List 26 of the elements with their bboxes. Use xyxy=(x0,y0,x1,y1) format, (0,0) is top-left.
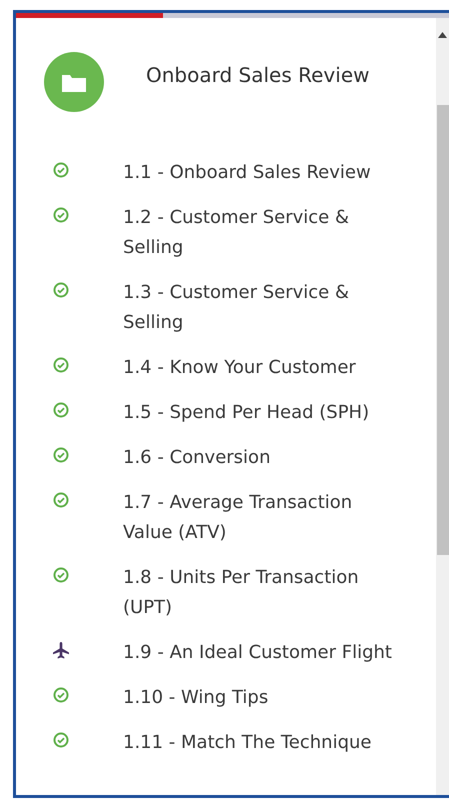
scroll-up-icon[interactable] xyxy=(438,32,447,38)
check-circle-icon xyxy=(53,492,69,508)
check-circle-icon xyxy=(53,687,69,703)
check-circle-icon xyxy=(53,162,69,178)
lesson-item[interactable]: 1.1 - Onboard Sales Review xyxy=(123,158,393,203)
check-circle-icon xyxy=(53,207,69,223)
lesson-item[interactable]: 1.3 - Customer Service & Selling xyxy=(123,278,393,353)
scrollbar[interactable] xyxy=(436,18,449,795)
lesson-item[interactable]: 1.4 - Know Your Customer xyxy=(123,353,393,398)
lesson-item[interactable]: 1.10 - Wing Tips xyxy=(123,683,393,728)
lesson-item[interactable]: 1.8 - Units Per Transaction (UPT) xyxy=(123,563,393,638)
check-circle-icon xyxy=(53,357,69,373)
check-circle-icon xyxy=(53,402,69,418)
lesson-item[interactable]: 1.9 - An Ideal Customer Flight xyxy=(123,638,393,683)
lesson-item[interactable]: 1.2 - Customer Service & Selling xyxy=(123,203,393,278)
lesson-item[interactable]: 1.6 - Conversion xyxy=(123,443,393,488)
lesson-item[interactable]: 1.5 - Spend Per Head (SPH) xyxy=(123,398,393,443)
check-circle-icon xyxy=(53,447,69,463)
check-circle-icon xyxy=(53,567,69,583)
check-circle-icon xyxy=(53,282,69,298)
check-circle-icon xyxy=(53,732,69,748)
lesson-item[interactable]: 1.11 - Match The Technique xyxy=(123,728,393,773)
lesson-item[interactable]: 1.7 - Average Transaction Value (ATV) xyxy=(123,488,393,563)
airplane-icon xyxy=(53,642,69,659)
lesson-title: Onboard Sales Review xyxy=(146,62,370,89)
scrollbar-thumb[interactable] xyxy=(437,105,449,555)
